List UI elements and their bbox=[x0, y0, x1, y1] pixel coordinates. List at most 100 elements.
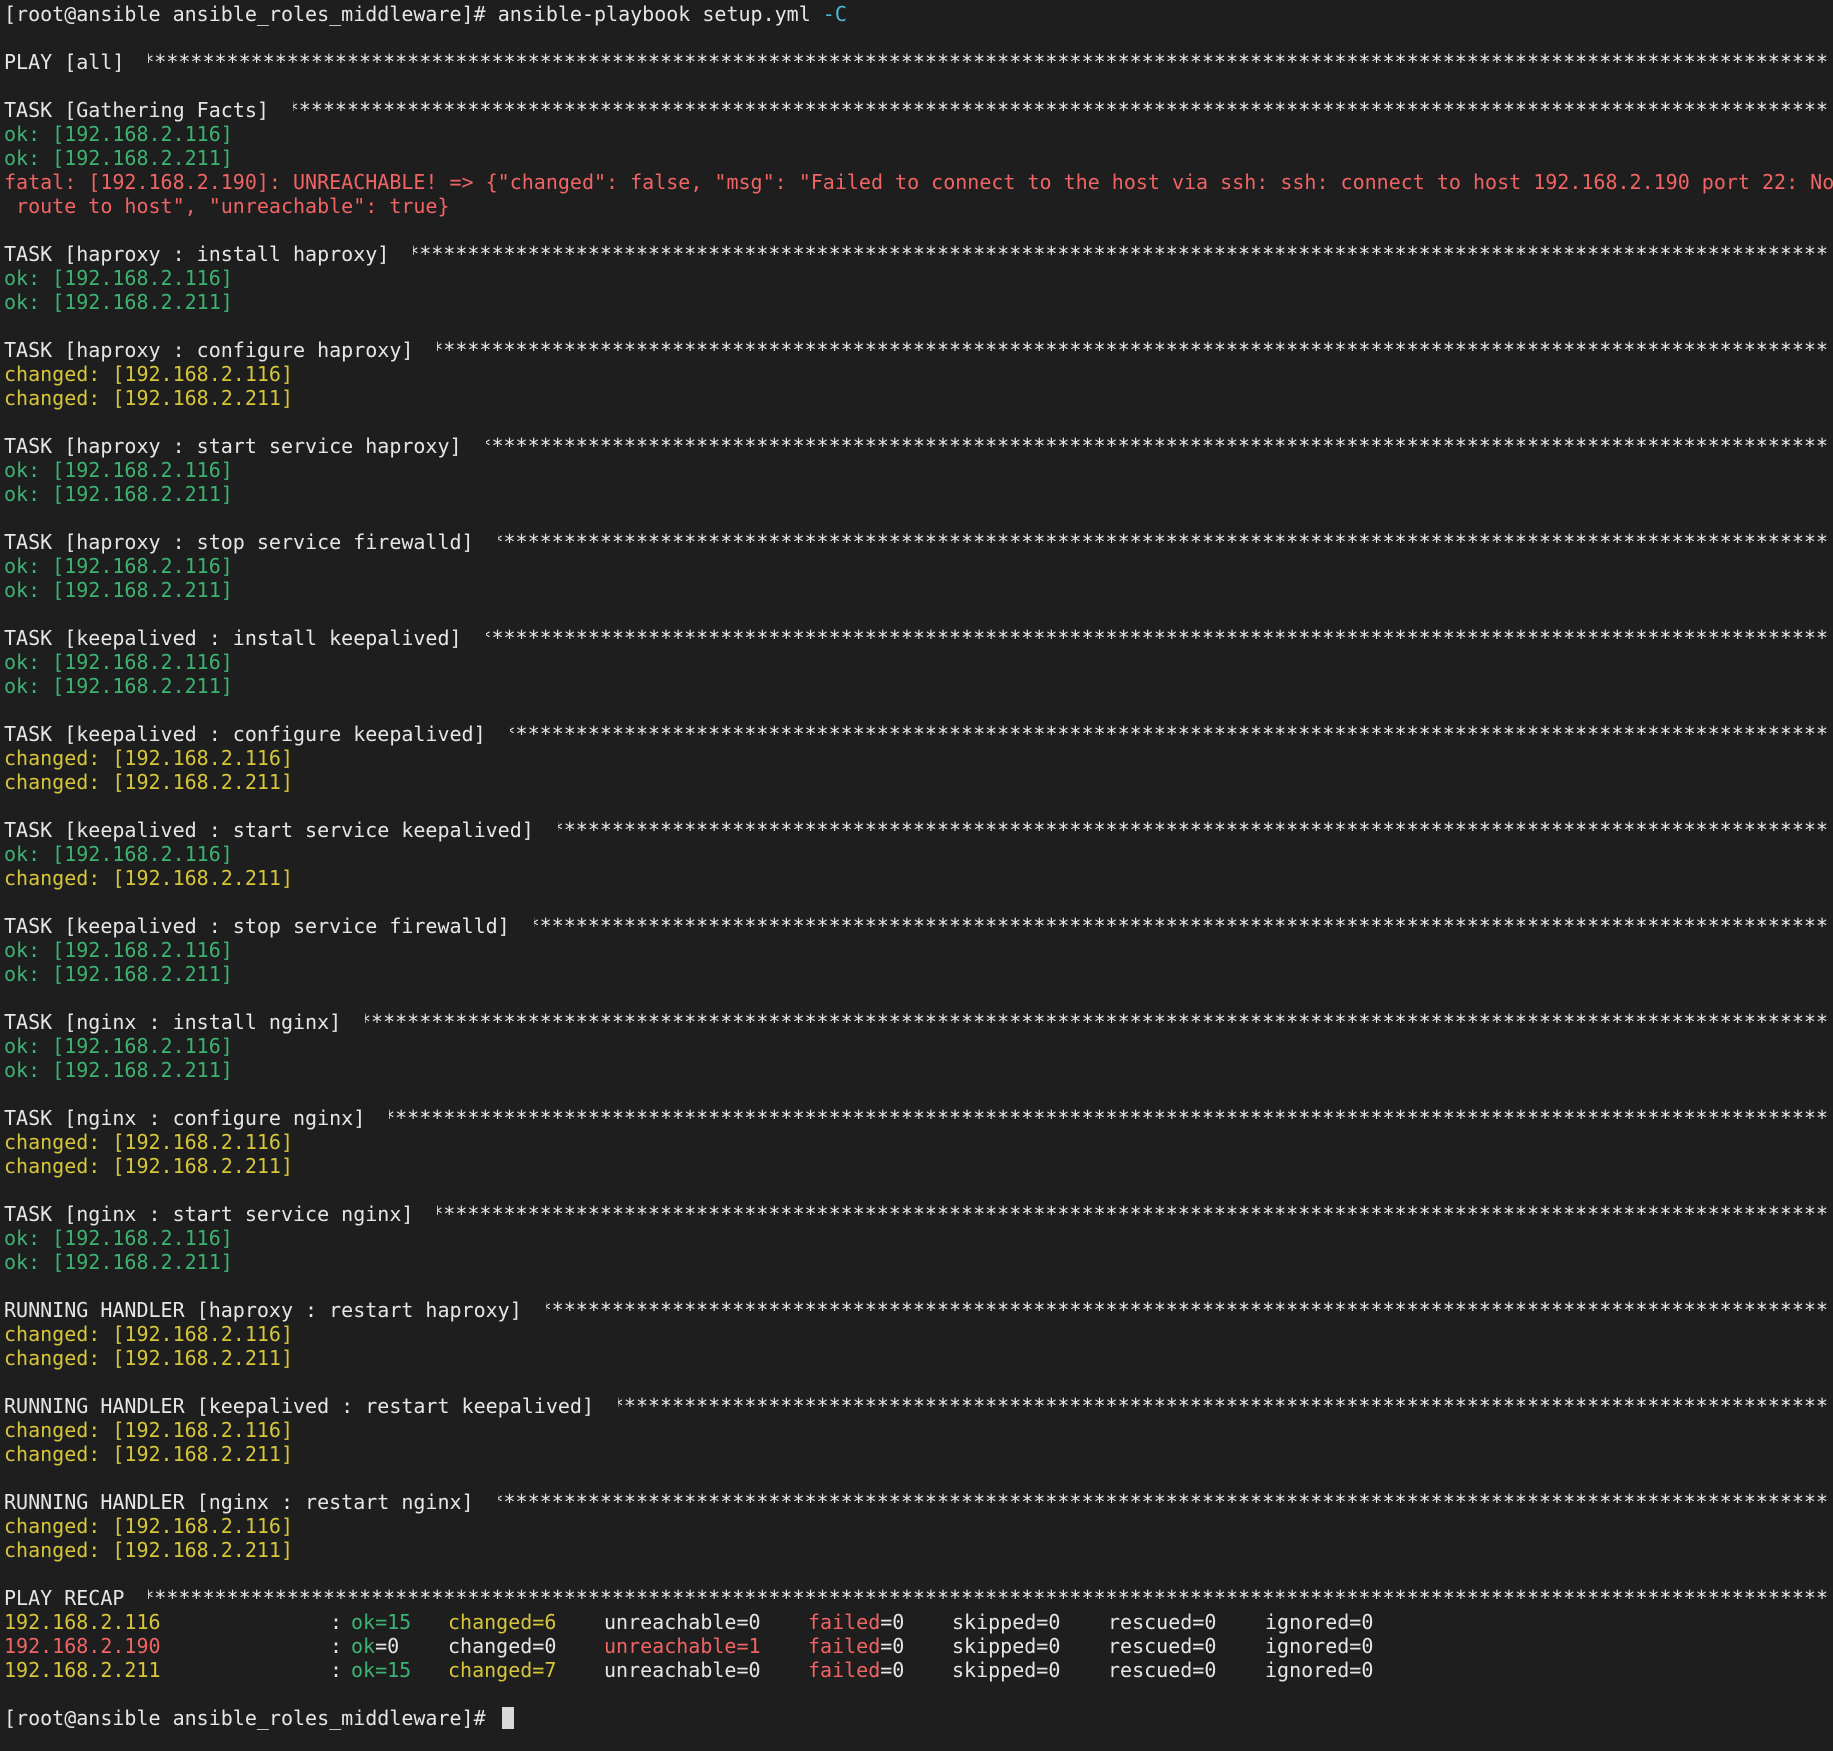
host-result-line: ok: [192.168.2.116] bbox=[4, 650, 233, 674]
task-header: ****************************************… bbox=[4, 818, 1833, 842]
recap-rescued: rescued=0 bbox=[1108, 1610, 1217, 1634]
task-title: RUNNING HANDLER [keepalived : restart ke… bbox=[4, 1394, 619, 1418]
task-title: TASK [haproxy : start service haproxy] bbox=[4, 434, 486, 458]
recap-header: ****************************************… bbox=[4, 1586, 1833, 1610]
task-title: TASK [nginx : install nginx] bbox=[4, 1010, 366, 1034]
host-result-line: ok: [192.168.2.116] bbox=[4, 1034, 233, 1058]
recap-changed: changed=7 bbox=[448, 1658, 557, 1682]
task-header: ****************************************… bbox=[4, 242, 1833, 266]
recap-failed-key: failed bbox=[808, 1658, 881, 1682]
recap-host: 192.168.2.116 bbox=[4, 1610, 161, 1634]
terminal-window[interactable]: [root@ansible ansible_roles_middleware]#… bbox=[0, 0, 1833, 1751]
host-result-line: changed: [192.168.2.116] bbox=[4, 1514, 293, 1538]
host-result-line: changed: [192.168.2.211] bbox=[4, 770, 293, 794]
task-header: ****************************************… bbox=[4, 914, 1833, 938]
task-header: ****************************************… bbox=[4, 98, 1833, 122]
host-result-line: ok: [192.168.2.116] bbox=[4, 266, 233, 290]
recap-row: 192.168.2.190: ok=0 changed=0 unreachable=1… bbox=[4, 1634, 1833, 1658]
host-result-line: ok: [192.168.2.211] bbox=[4, 290, 233, 314]
host-result-line: fatal: [192.168.2.190]: UNREACHABLE! => … bbox=[4, 170, 1833, 194]
host-result-line: route to host", "unreachable": true} bbox=[4, 194, 450, 218]
host-result-line: changed: [192.168.2.211] bbox=[4, 866, 293, 890]
recap-failed-value: =0 bbox=[880, 1634, 905, 1658]
recap-ok-value: =0 bbox=[375, 1634, 400, 1658]
final-prompt-line[interactable]: [root@ansible ansible_roles_middleware]# bbox=[4, 1706, 1833, 1730]
host-result-line: changed: [192.168.2.116] bbox=[4, 1130, 293, 1154]
host-result-line: changed: [192.168.2.116] bbox=[4, 1322, 293, 1346]
host-result-line: ok: [192.168.2.211] bbox=[4, 674, 233, 698]
recap-rescued: rescued=0 bbox=[1108, 1658, 1217, 1682]
task-header: ****************************************… bbox=[4, 1394, 1833, 1418]
task-output: ****************************************… bbox=[4, 98, 1833, 1586]
task-header: ****************************************… bbox=[4, 1010, 1833, 1034]
task-header: ****************************************… bbox=[4, 1106, 1833, 1130]
recap-failed-value: =0 bbox=[880, 1610, 905, 1634]
host-result-line: ok: [192.168.2.116] bbox=[4, 554, 233, 578]
task-title: RUNNING HANDLER [nginx : restart nginx] bbox=[4, 1490, 498, 1514]
task-title: RUNNING HANDLER [haproxy : restart hapro… bbox=[4, 1298, 546, 1322]
recap-failed-value: =0 bbox=[880, 1658, 905, 1682]
recap-ignored: ignored=0 bbox=[1265, 1658, 1374, 1682]
host-result-line: ok: [192.168.2.116] bbox=[4, 1226, 233, 1250]
command-line: [root@ansible ansible_roles_middleware]#… bbox=[4, 2, 1833, 26]
recap-colon: : bbox=[330, 1634, 343, 1658]
task-header: ****************************************… bbox=[4, 1202, 1833, 1226]
shell-prompt: [root@ansible ansible_roles_middleware]# bbox=[4, 2, 498, 26]
task-header: ****************************************… bbox=[4, 530, 1833, 554]
host-result-line: ok: [192.168.2.116] bbox=[4, 122, 233, 146]
task-title: TASK [keepalived : stop service firewall… bbox=[4, 914, 534, 938]
recap-skipped: skipped=0 bbox=[952, 1634, 1061, 1658]
shell-prompt: [root@ansible ansible_roles_middleware]# bbox=[4, 1706, 498, 1730]
command-flag: -C bbox=[822, 2, 847, 26]
recap-host: 192.168.2.190 bbox=[4, 1634, 161, 1658]
host-result-line: ok: [192.168.2.211] bbox=[4, 1058, 233, 1082]
command-text: ansible-playbook setup.yml bbox=[497, 2, 823, 26]
task-header: ****************************************… bbox=[4, 1490, 1833, 1514]
recap-row: 192.168.2.211: ok=15 changed=7 unreachable=… bbox=[4, 1658, 1833, 1682]
task-title: TASK [keepalived : install keepalived] bbox=[4, 626, 486, 650]
host-result-line: changed: [192.168.2.211] bbox=[4, 1154, 293, 1178]
host-result-line: ok: [192.168.2.211] bbox=[4, 962, 233, 986]
host-result-line: changed: [192.168.2.116] bbox=[4, 362, 293, 386]
task-title: TASK [haproxy : stop service firewalld] bbox=[4, 530, 498, 554]
recap-table: 192.168.2.116: ok=15 changed=6 unreachable=… bbox=[4, 1610, 1833, 1682]
host-result-line: changed: [192.168.2.211] bbox=[4, 386, 293, 410]
recap-ok-key: ok bbox=[351, 1634, 376, 1658]
recap-changed: changed=0 bbox=[448, 1634, 557, 1658]
recap-unreachable: unreachable=1 bbox=[604, 1634, 761, 1658]
recap-skipped: skipped=0 bbox=[952, 1610, 1061, 1634]
recap-title: PLAY RECAP bbox=[4, 1586, 149, 1610]
host-result-line: ok: [192.168.2.116] bbox=[4, 842, 233, 866]
recap-row: 192.168.2.116: ok=15 changed=6 unreachable=… bbox=[4, 1610, 1833, 1634]
task-header: ****************************************… bbox=[4, 338, 1833, 362]
host-result-line: changed: [192.168.2.211] bbox=[4, 1442, 293, 1466]
text-cursor bbox=[501, 1707, 514, 1729]
recap-failed: failed=0 bbox=[808, 1658, 904, 1682]
task-title: TASK [nginx : start service nginx] bbox=[4, 1202, 438, 1226]
host-result-line: changed: [192.168.2.211] bbox=[4, 1538, 293, 1562]
task-title: TASK [Gathering Facts] bbox=[4, 98, 293, 122]
task-header: ****************************************… bbox=[4, 626, 1833, 650]
task-header: ****************************************… bbox=[4, 722, 1833, 746]
task-title: TASK [haproxy : configure haproxy] bbox=[4, 338, 438, 362]
task-title: TASK [keepalived : configure keepalived] bbox=[4, 722, 510, 746]
recap-unreachable: unreachable=0 bbox=[604, 1658, 761, 1682]
task-title: TASK [nginx : configure nginx] bbox=[4, 1106, 390, 1130]
host-result-line: ok: [192.168.2.211] bbox=[4, 578, 233, 602]
recap-ignored: ignored=0 bbox=[1265, 1610, 1374, 1634]
recap-changed: changed=6 bbox=[448, 1610, 557, 1634]
recap-colon: : bbox=[330, 1658, 343, 1682]
